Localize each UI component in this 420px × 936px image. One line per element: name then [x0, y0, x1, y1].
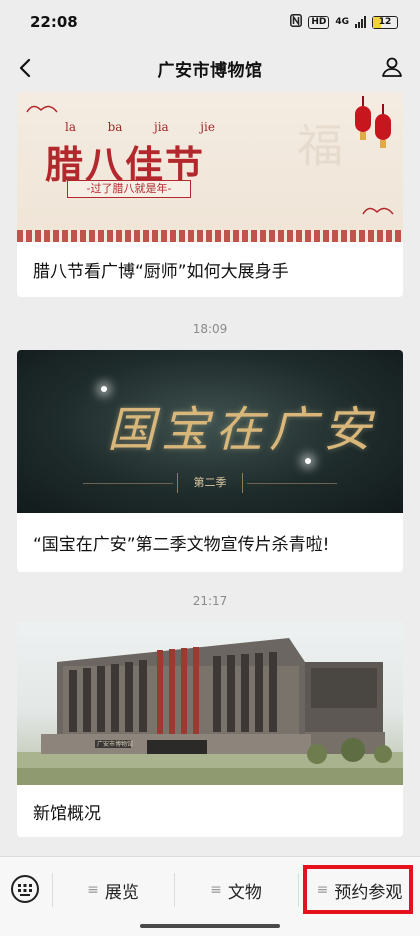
museum-sign: 广安市博物馆	[97, 741, 134, 748]
status-bar: 22:08 HD 4G 12	[0, 0, 420, 44]
battery-level: 12	[378, 16, 392, 27]
menu-label: 展览	[104, 882, 139, 903]
article-caption[interactable]: 新馆概况	[17, 785, 403, 837]
divider	[83, 483, 173, 484]
pinyin-syllable: ba	[107, 120, 123, 134]
message-timestamp: 21:17	[192, 594, 228, 608]
chevron-left-icon[interactable]	[14, 56, 38, 80]
page-title: 广安市博物馆	[157, 60, 263, 81]
network-label: 4G	[335, 17, 349, 27]
status-icons: HD 4G 12	[290, 14, 398, 30]
museum-building-illustration	[17, 638, 403, 785]
menu-lines-icon: ≡	[87, 882, 99, 898]
cloud-pattern-icon	[26, 105, 58, 113]
status-time: 22:08	[30, 13, 78, 31]
user-icon[interactable]	[380, 55, 404, 79]
article-card[interactable]: 国宝在广安 第二季 “国宝在广安”第二季文物宣传片杀青啦!	[17, 350, 403, 572]
message-timestamp: 18:09	[192, 322, 228, 336]
divider	[247, 483, 337, 484]
banner-title: 国宝在广安	[107, 402, 378, 458]
screen: 22:08 HD 4G 12 广安市博物馆 福 la ba jia jie 腊八…	[0, 0, 420, 936]
highlight-annotation	[303, 865, 413, 914]
article-card[interactable]: 广安市博物馆 新馆概况	[17, 622, 403, 837]
pinyin-syllable: la	[65, 120, 76, 134]
nfc-icon	[290, 14, 303, 30]
banner-season: 第二季	[177, 473, 243, 493]
signal-icon	[355, 16, 366, 28]
menu-label: 文物	[227, 882, 262, 903]
lantern-icon	[375, 104, 391, 148]
menu-exhibitions[interactable]: ≡ 展览	[53, 865, 173, 915]
banner-pinyin: la ba jia jie	[65, 120, 215, 134]
hd-icon: HD	[308, 15, 330, 29]
pinyin-syllable: jie	[200, 120, 215, 134]
nav-bar: 广安市博物馆	[0, 44, 420, 92]
banner-watermark: 福	[297, 119, 353, 173]
article-banner-guobao: 国宝在广安 第二季	[17, 350, 403, 513]
keyboard-icon[interactable]	[11, 875, 39, 903]
home-indicator[interactable]	[140, 924, 280, 928]
battery-icon: 12	[372, 15, 398, 29]
menu-lines-icon: ≡	[210, 882, 222, 898]
decorative-border	[17, 230, 403, 242]
menu-relics[interactable]: ≡ 文物	[175, 865, 297, 915]
article-banner-new-museum: 广安市博物馆	[17, 622, 403, 785]
article-caption[interactable]: 腊八节看广博“厨师”如何大展身手	[17, 242, 403, 297]
pinyin-syllable: jia	[154, 120, 169, 134]
article-caption[interactable]: “国宝在广安”第二季文物宣传片杀青啦!	[17, 513, 403, 572]
lantern-icon	[355, 96, 371, 140]
cloud-pattern-icon	[362, 207, 394, 215]
banner-subtitle: -过了腊八就是年-	[67, 180, 191, 198]
article-banner-laba: 福 la ba jia jie 腊八佳节 -过了腊八就是年-	[17, 92, 403, 242]
article-card[interactable]: 福 la ba jia jie 腊八佳节 -过了腊八就是年- 腊八节看广博“厨师…	[17, 92, 403, 297]
